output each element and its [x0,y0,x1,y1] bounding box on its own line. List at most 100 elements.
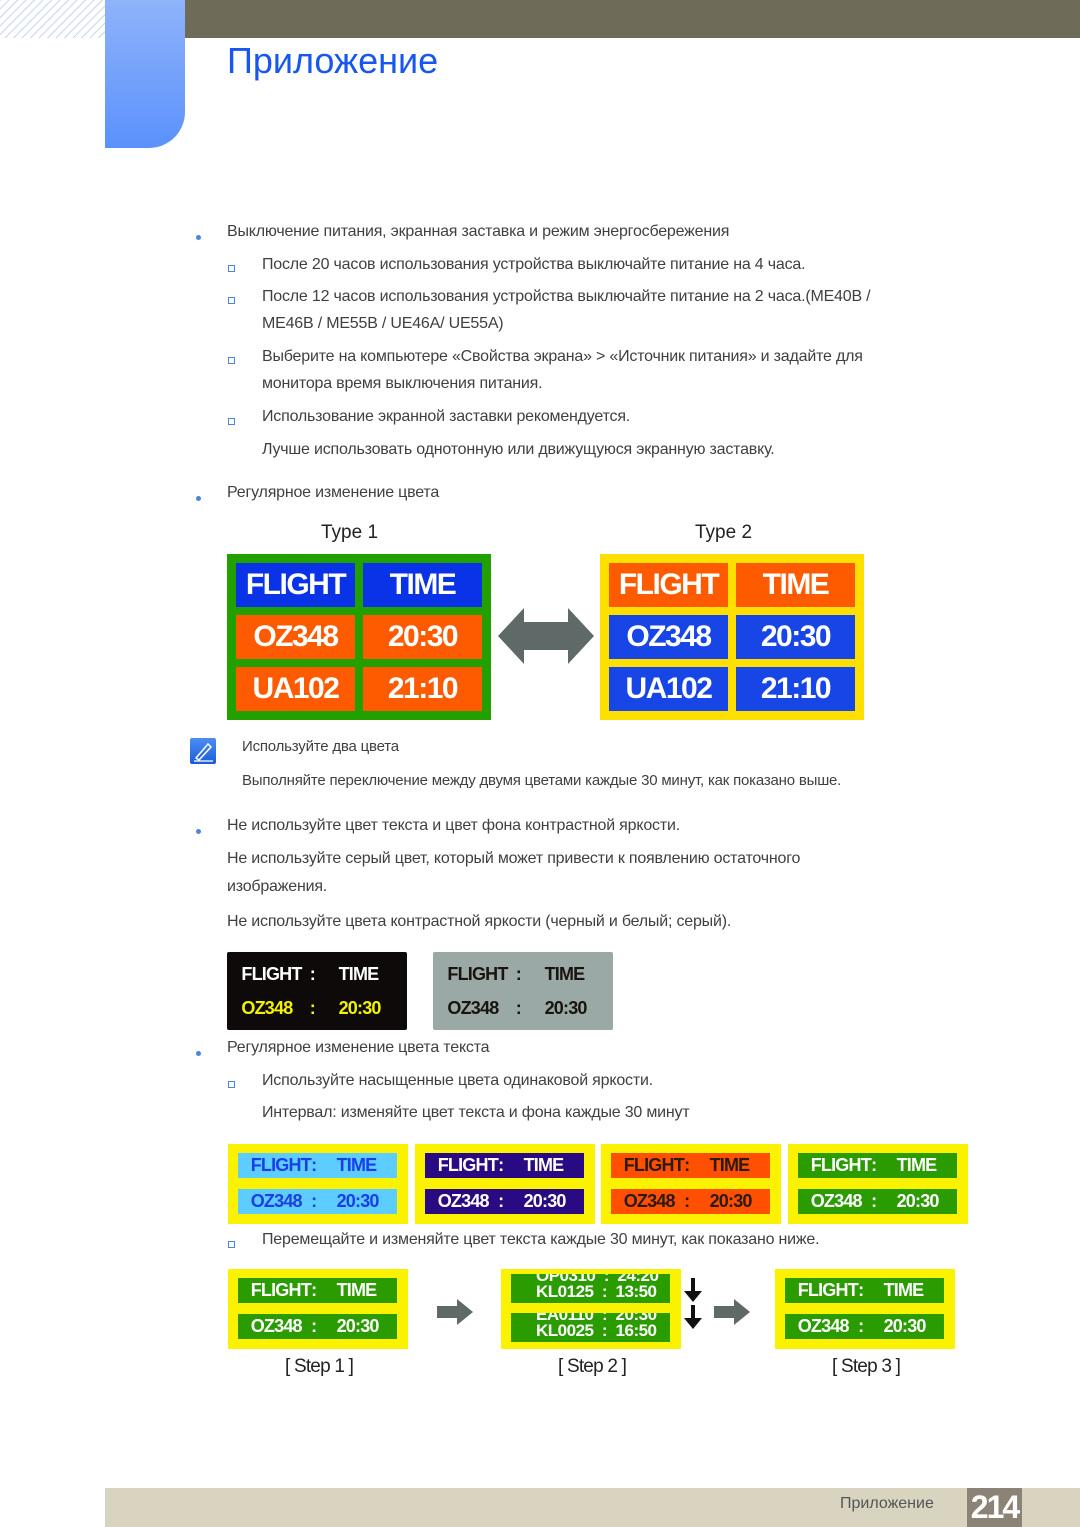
contrast-board-black: FLIGHT: TIME OZ348: 20:30 [227,952,407,1030]
right-arrow-icon [714,1299,750,1325]
board-text: 20:30 [896,1191,940,1211]
separator-colon: : [684,1155,690,1175]
step-label: [ Step 3 ] [832,1356,901,1377]
contrast-text: Не используйте цвета контрастной яркости… [227,913,732,930]
square-bullet-icon [228,1241,235,1248]
bullet-icon [196,235,201,240]
bullet-icon [196,829,201,834]
separator-colon: : [858,1280,864,1300]
board-row-header: FLIGHT: TIME [611,1153,770,1178]
type1-cell: 20:30 [363,615,482,659]
step-label: [ Step 2 ] [558,1356,627,1377]
board-row-header: FLIGHT: TIME [798,1153,957,1178]
text-color-board: FLIGHT: TIME OZ348:20:30 [415,1144,595,1224]
type2-cell: OZ348 [609,615,728,659]
type2-label: Type 2 [695,522,753,543]
type2-cell: FLIGHT [609,563,728,607]
board-text: TIME [896,1155,938,1175]
board-text: FLIGHT [810,1155,872,1175]
square-bullet-icon [228,265,235,272]
board-text: 20:30 [338,997,382,1018]
square-bullet-icon [228,418,235,425]
text-color-item: Используйте насыщенные цвета одинаковой … [262,1072,653,1089]
board-text: 20:30 [709,1191,753,1211]
board-text: 20:30 [336,1191,380,1211]
power-item-cont: Лучше использовать однотонную или движущ… [262,441,775,458]
board-text: OZ348 [797,1316,850,1336]
down-arrow-icon [684,1305,702,1329]
type2-board: FLIGHT TIME OZ348 20:30 UA102 21:10 [600,554,864,720]
board-row-header: FLIGHT: TIME [425,1153,584,1178]
board-row-data: OZ348:20:30 [433,994,613,1022]
text-color-board: FLIGHT: TIME OZ348:20:30 [788,1144,968,1224]
power-item: Использование экранной заставки рекоменд… [262,408,631,425]
board-row-data: OZ348:20:30 [798,1189,957,1214]
type1-cell: UA102 [236,667,355,711]
board-row-header: FLIGHT: TIME [238,1153,397,1178]
separator-colon: : [311,1316,317,1336]
step-board: OP0310 : 24:20 KL0125 : 13:50 EA0110 : 20:… [501,1269,681,1349]
step-board: FLIGHT: TIME OZ348:20:30 [228,1269,408,1349]
board-text: OZ348 [437,1191,490,1211]
separator-colon: : [311,1191,317,1211]
contrast-text: Не используйте серый цвет, который может… [227,850,801,867]
board-row-data: OZ348:20:30 [611,1189,770,1214]
power-item-cont: ME46B / ME55B / UE46A/ UE55A) [262,315,504,332]
square-bullet-icon [228,357,235,364]
text-color-item-cont: Интервал: изменяйте цвет текста и фона к… [262,1104,690,1121]
type1-board: FLIGHT TIME OZ348 20:30 UA102 21:10 [227,554,491,720]
type1-label: Type 1 [321,522,379,543]
board-text: OZ348 [810,1191,863,1211]
step-label: [ Step 1 ] [285,1356,354,1377]
square-bullet-icon [228,1081,235,1088]
double-arrow-icon [498,608,594,664]
board-text: FLIGHT [241,963,302,984]
board-text: 20:30 [336,1316,380,1336]
board-text: FLIGHT [447,963,508,984]
separator-colon: : [309,963,316,984]
separator-colon: : [498,1191,504,1211]
separator-colon: : [858,1316,864,1336]
board-text: FLIGHT [797,1280,859,1300]
board-text: TIME [338,963,380,984]
type2-cell: 21:10 [736,667,855,711]
board-row-data: OZ348:20:30 [785,1314,944,1339]
square-bullet-icon [228,297,235,304]
board-row-data: OZ348:20:30 [425,1189,584,1214]
decorative-hatch [0,0,105,38]
scrolling-row: OP0310 : 24:20 KL0125 : 13:50 [511,1274,670,1303]
board-row-header: FLIGHT: TIME [238,1278,397,1303]
scrolling-text: KL0025 : 16:50 [536,1321,657,1340]
board-text: OZ348 [250,1316,303,1336]
board-text: FLIGHT [437,1155,499,1175]
down-arrow-icon [684,1278,702,1302]
page-title: Приложение [227,40,439,81]
contrast-heading: Не используйте цвет текста и цвет фона к… [227,817,680,834]
board-text: FLIGHT [250,1280,312,1300]
separator-colon: : [871,1155,877,1175]
board-text: 20:30 [523,1191,567,1211]
contrast-text: изображения. [227,878,328,895]
power-item: После 20 часов использования устройства … [262,256,806,273]
bullet-icon [196,496,201,501]
page-number: 214 [967,1488,1022,1527]
type1-cell: TIME [363,563,482,607]
type1-cell: OZ348 [236,615,355,659]
text-color-heading: Регулярное изменение цвета текста [227,1039,490,1056]
color-change-heading: Регулярное изменение цвета [227,484,440,501]
board-row-data: OZ348:20:30 [227,994,407,1022]
board-text: OZ348 [250,1191,303,1211]
scrolling-text: KL0125 : 13:50 [536,1282,657,1301]
board-text: FLIGHT [250,1155,312,1175]
board-row-header: FLIGHT: TIME [433,960,613,988]
type2-cell: 20:30 [736,615,855,659]
note-title: Используйте два цвета [242,738,399,755]
power-item: Выберите на компьютере «Свойства экрана»… [262,348,863,365]
power-heading: Выключение питания, экранная заставка и … [227,223,730,240]
top-bar [185,0,1080,38]
text-color-board: FLIGHT: TIME OZ348:20:30 [601,1144,781,1224]
board-text: FLIGHT [623,1155,685,1175]
separator-colon: : [871,1191,877,1211]
type2-cell: UA102 [609,667,728,711]
board-row-header: FLIGHT: TIME [227,960,407,988]
